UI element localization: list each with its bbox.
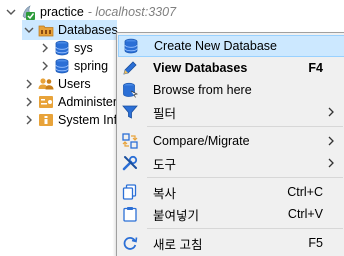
- database-browse-icon: [122, 82, 138, 98]
- chevron-right-icon[interactable]: [40, 43, 50, 53]
- tree-label-users: Users: [58, 77, 91, 91]
- menu-label-paste: 붙여넣기: [153, 208, 200, 223]
- chevron-down-icon[interactable]: [6, 7, 16, 17]
- tree-label-administer: Administer: [58, 95, 118, 109]
- tree-node-sys[interactable]: sys: [40, 38, 93, 58]
- filter-icon: [122, 104, 138, 120]
- database-add-icon: [123, 38, 139, 54]
- submenu-arrow-icon: [328, 136, 334, 146]
- refresh-icon: [122, 235, 138, 251]
- tree-node-databases[interactable]: Databases: [22, 20, 118, 40]
- menu-item-compare-migrate[interactable]: Compare/Migrate: [118, 130, 344, 152]
- tree-label-sys: sys: [74, 41, 93, 55]
- connection-label: practice: [40, 5, 84, 19]
- system-info-icon: [38, 112, 54, 128]
- menu-shortcut-refresh: F5: [308, 236, 323, 250]
- tree-node-spring[interactable]: spring: [40, 56, 108, 76]
- database-icon: [54, 58, 70, 74]
- copy-icon: [122, 184, 138, 200]
- menu-item-browse-from-here[interactable]: Browse from here: [118, 79, 344, 101]
- tree-node-system-info[interactable]: System Inf: [24, 110, 117, 130]
- submenu-arrow-icon: [328, 158, 334, 168]
- menu-item-tools[interactable]: 도구: [118, 152, 344, 174]
- context-menu: Create New Database View Databases F4 Br…: [116, 32, 344, 256]
- compare-migrate-icon: [122, 133, 138, 149]
- chevron-right-icon[interactable]: [40, 61, 50, 71]
- administer-icon: [38, 94, 54, 110]
- tree-label-databases: Databases: [58, 23, 118, 37]
- menu-shortcut-paste: Ctrl+V: [287, 207, 323, 221]
- menu-separator: [147, 228, 343, 229]
- chevron-right-icon[interactable]: [24, 79, 34, 89]
- tree-node-users[interactable]: Users: [24, 74, 91, 94]
- databases-folder-icon: [38, 22, 54, 38]
- menu-item-view-databases[interactable]: View Databases F4: [118, 57, 344, 79]
- menu-item-refresh[interactable]: 새로 고침 F5: [118, 232, 344, 254]
- database-icon: [54, 40, 70, 56]
- chevron-right-icon[interactable]: [24, 115, 34, 125]
- users-icon: [38, 76, 54, 92]
- mysql-connection-icon: [20, 4, 36, 20]
- connection-host: - localhost:3307: [87, 5, 177, 19]
- menu-label-browse-from-here: Browse from here: [153, 83, 252, 97]
- submenu-arrow-icon: [328, 107, 334, 117]
- tree-label-spring: spring: [74, 59, 109, 73]
- paste-clipboard-icon: [122, 206, 138, 222]
- connection-node-practice[interactable]: practice - localhost:3307: [6, 2, 176, 22]
- menu-item-filter[interactable]: 필터: [118, 101, 344, 123]
- menu-item-paste[interactable]: 붙여넣기 Ctrl+V: [118, 203, 344, 225]
- menu-label-compare-migrate: Compare/Migrate: [153, 134, 250, 148]
- menu-label-view-databases: View Databases: [153, 61, 248, 75]
- chevron-right-icon[interactable]: [24, 97, 34, 107]
- pencil-edit-icon: [122, 60, 138, 76]
- chevron-down-icon[interactable]: [24, 25, 34, 35]
- menu-separator: [147, 126, 343, 127]
- menu-shortcut-copy: Ctrl+C: [287, 185, 323, 199]
- menu-label-refresh: 새로 고침: [153, 237, 203, 252]
- menu-item-create-new-database[interactable]: Create New Database: [118, 35, 344, 57]
- menu-label-create-new-database: Create New Database: [154, 39, 277, 53]
- menu-label-copy: 복사: [153, 186, 177, 201]
- menu-separator: [147, 177, 343, 178]
- tree-label-system-info: System Inf: [58, 113, 118, 127]
- menu-shortcut-view-databases: F4: [308, 61, 323, 75]
- menu-label-tools: 도구: [153, 157, 177, 172]
- tree-node-administer[interactable]: Administer: [24, 92, 117, 112]
- menu-label-filter: 필터: [153, 106, 177, 121]
- tools-icon: [122, 155, 138, 171]
- menu-item-copy[interactable]: 복사 Ctrl+C: [118, 181, 344, 203]
